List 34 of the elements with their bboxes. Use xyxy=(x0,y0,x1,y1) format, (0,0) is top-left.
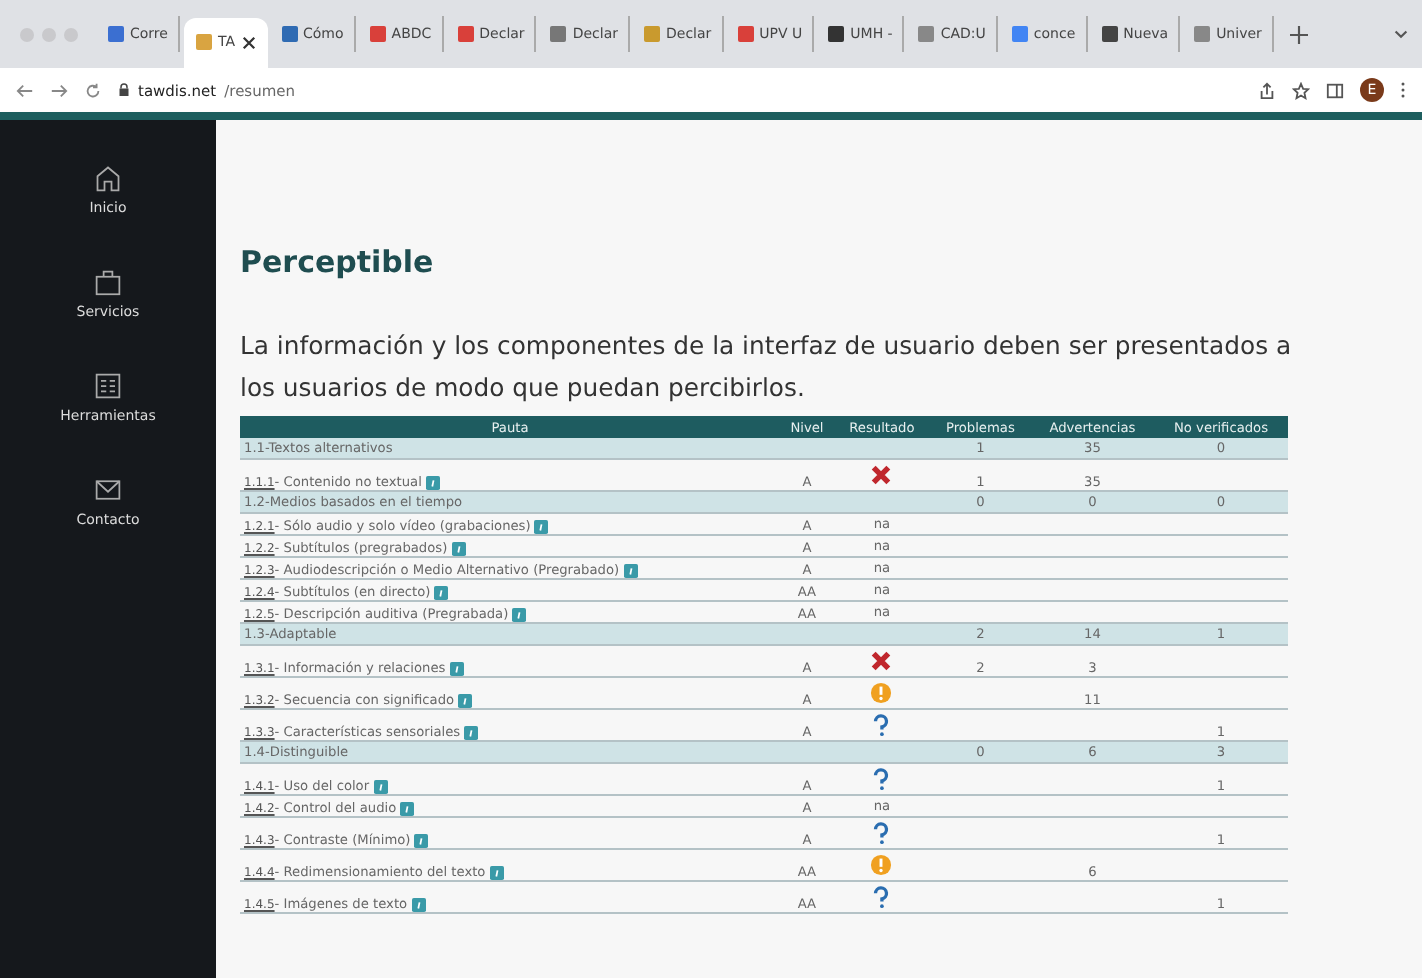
info-icon[interactable] xyxy=(400,801,415,815)
star-icon[interactable] xyxy=(1292,81,1310,99)
mail-icon xyxy=(94,476,122,504)
info-icon[interactable] xyxy=(411,897,426,911)
info-icon[interactable] xyxy=(512,607,527,621)
minimize-dot-icon[interactable] xyxy=(42,27,56,41)
share-icon[interactable] xyxy=(1258,81,1276,99)
close-icon[interactable] xyxy=(241,35,255,49)
close-dot-icon[interactable] xyxy=(20,27,34,41)
info-icon[interactable] xyxy=(534,519,549,533)
lock-icon xyxy=(118,82,130,98)
reload-icon[interactable] xyxy=(84,81,102,99)
info-icon[interactable] xyxy=(464,725,479,739)
back-icon[interactable] xyxy=(16,81,34,99)
intro-paragraph: La información y los componentes de la interfaz de usuario deben ser presentados a los usuarios de modo que puedan percibirlos. xyxy=(240,328,1292,406)
info-icon[interactable] xyxy=(623,563,638,577)
info-icon[interactable] xyxy=(458,693,473,707)
info-icon[interactable] xyxy=(373,779,388,793)
info-icon[interactable] xyxy=(425,475,440,489)
home-icon xyxy=(94,164,122,192)
info-icon[interactable] xyxy=(434,585,449,599)
grid-icon xyxy=(94,372,122,400)
briefcase-icon xyxy=(93,268,122,296)
info-icon[interactable] xyxy=(414,833,429,847)
section-heading: Perceptible xyxy=(240,244,436,280)
new-tab-icon[interactable] xyxy=(1289,25,1308,43)
menu-icon[interactable] xyxy=(1400,80,1406,100)
info-icon[interactable] xyxy=(489,865,504,879)
side-panel-icon[interactable] xyxy=(1326,81,1344,99)
chevron-down-icon[interactable] xyxy=(1392,25,1410,43)
info-icon[interactable] xyxy=(451,541,466,555)
info-icon[interactable] xyxy=(449,661,464,675)
forward-icon[interactable] xyxy=(50,81,68,99)
maximize-dot-icon[interactable] xyxy=(64,27,78,41)
